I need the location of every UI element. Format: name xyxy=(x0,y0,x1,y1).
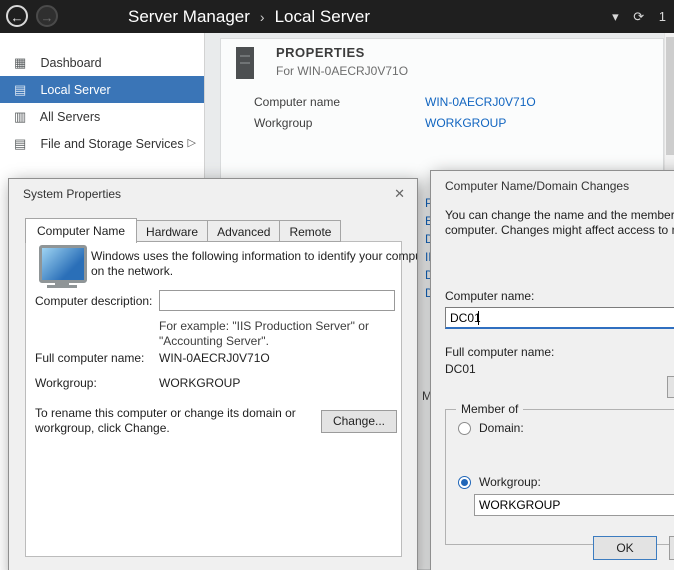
server-icon: ▤ xyxy=(14,76,32,103)
computer-monitor-icon xyxy=(39,245,87,283)
full-computer-name-label: Full computer name: xyxy=(445,345,554,359)
computer-name-input[interactable] xyxy=(445,307,674,329)
sidebar-item-label: All Servers xyxy=(40,110,100,124)
tab-hardware[interactable]: Hardware xyxy=(136,220,208,242)
domain-changes-dialog: Computer Name/Domain Changes You can cha… xyxy=(430,170,674,570)
titlebar-actions: ▾ ⟳ 1 xyxy=(601,0,666,33)
text-cursor xyxy=(478,311,479,325)
domain-radio-label[interactable]: Domain: xyxy=(479,421,524,435)
member-of-label: Member of xyxy=(456,402,523,416)
workgroup-radio-label[interactable]: Workgroup: xyxy=(479,475,541,489)
member-of-groupbox: Member of Domain: Workgroup: xyxy=(445,409,674,545)
intro-text: on the network. xyxy=(91,264,173,278)
computer-name-label: Computer name: xyxy=(445,289,534,303)
computer-name-link[interactable]: WIN-0AECRJ0V71O xyxy=(425,95,536,109)
computer-description-label: Computer description: xyxy=(35,294,152,308)
chevron-right-icon[interactable]: ▷ xyxy=(188,130,196,157)
sidebar-item-file-storage-services[interactable]: ▤ File and Storage Services ▷ xyxy=(0,130,204,157)
example-text: For example: "IIS Production Server" or xyxy=(159,319,369,333)
chevron-down-icon[interactable]: ▾ xyxy=(612,9,619,24)
workgroup-link[interactable]: WORKGROUP xyxy=(425,116,506,130)
forward-arrow-icon: → xyxy=(41,10,54,25)
tab-strip: Computer Name Hardware Advanced Remote xyxy=(25,217,340,242)
full-computer-name-value: WIN-0AECRJ0V71O xyxy=(159,351,270,365)
computer-name-input-wrap xyxy=(445,307,674,329)
properties-tile-icon xyxy=(236,47,254,79)
dialog-title: System Properties xyxy=(23,187,121,201)
computer-description-input[interactable] xyxy=(159,290,395,311)
cancel-button-partial[interactable] xyxy=(669,536,674,560)
full-computer-name-value: DC01 xyxy=(445,362,476,376)
back-button[interactable]: ← xyxy=(6,5,28,27)
example-text: "Accounting Server". xyxy=(159,334,269,348)
dialog-title: Computer Name/Domain Changes xyxy=(445,179,629,193)
sidebar-item-label: File and Storage Services xyxy=(40,137,183,151)
refresh-icon[interactable]: ⟳ xyxy=(633,9,644,24)
workgroup-value: WORKGROUP xyxy=(159,376,240,390)
breadcrumb-current[interactable]: Local Server xyxy=(275,7,370,26)
computer-monitor-icon xyxy=(47,285,77,288)
intro-text: Windows uses the following information t… xyxy=(91,249,418,263)
ok-button[interactable]: OK xyxy=(593,536,657,560)
notification-count[interactable]: 1 xyxy=(659,9,666,24)
app-title[interactable]: Server Manager xyxy=(128,7,250,26)
workgroup-label: Workgroup: xyxy=(35,376,97,390)
server-manager-window: ← → Server Manager › Local Server ▾ ⟳ 1 ▦ … xyxy=(0,0,674,570)
properties-subtitle: For WIN-0AECRJ0V71O xyxy=(276,64,408,78)
titlebar: ← → Server Manager › Local Server ▾ ⟳ 1 xyxy=(0,0,674,33)
intro-text: You can change the name and the membersh… xyxy=(445,208,674,222)
back-arrow-icon: ← xyxy=(11,10,24,25)
sidebar-item-label: Dashboard xyxy=(40,56,101,70)
change-button[interactable]: Change... xyxy=(321,410,397,433)
forward-button[interactable]: → xyxy=(36,5,58,27)
breadcrumb-separator: › xyxy=(260,9,265,25)
domain-radio[interactable] xyxy=(458,422,471,435)
workgroup-input[interactable] xyxy=(474,494,674,516)
sidebar-item-label: Local Server xyxy=(40,83,110,97)
full-computer-name-label: Full computer name: xyxy=(35,351,144,365)
computer-name-label: Computer name xyxy=(254,95,340,109)
rename-hint: To rename this computer or change its do… xyxy=(35,406,296,420)
tab-remote[interactable]: Remote xyxy=(279,220,341,242)
servers-icon: ▥ xyxy=(14,103,32,130)
workgroup-radio[interactable] xyxy=(458,476,471,489)
close-icon[interactable]: ✕ xyxy=(394,186,405,202)
tab-advanced[interactable]: Advanced xyxy=(207,220,280,242)
workgroup-label: Workgroup xyxy=(254,116,312,130)
sidebar-item-dashboard[interactable]: ▦ Dashboard xyxy=(0,49,204,76)
sidebar-item-local-server[interactable]: ▤ Local Server xyxy=(0,76,204,103)
intro-text: computer. Changes might affect access to… xyxy=(445,223,674,237)
storage-icon: ▤ xyxy=(14,130,32,157)
tab-page xyxy=(25,241,402,557)
properties-title: PROPERTIES xyxy=(276,45,365,60)
scrollbar-thumb[interactable] xyxy=(666,37,674,155)
sidebar-item-all-servers[interactable]: ▥ All Servers xyxy=(0,103,204,130)
tab-computer-name[interactable]: Computer Name xyxy=(25,218,137,243)
system-properties-dialog: System Properties ✕ Computer Name Hardwa… xyxy=(8,178,418,570)
more-button-partial[interactable] xyxy=(667,376,674,398)
breadcrumb: Server Manager › Local Server xyxy=(128,0,370,33)
dashboard-icon: ▦ xyxy=(14,49,32,76)
rename-hint: workgroup, click Change. xyxy=(35,421,170,435)
